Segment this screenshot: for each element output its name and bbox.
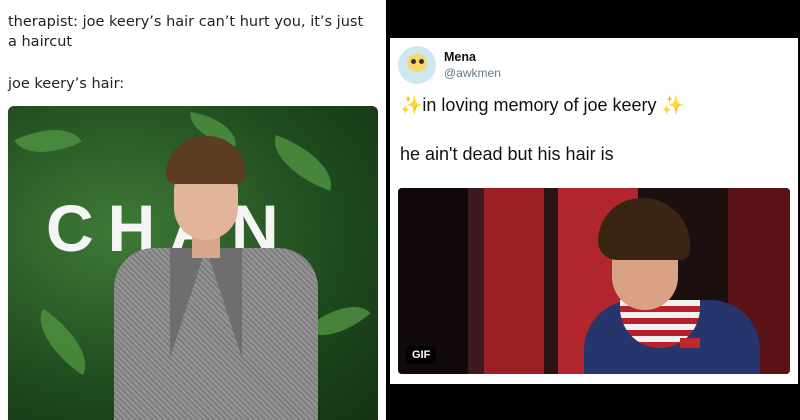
hair-caption: joe keery’s hair: [8, 76, 125, 92]
person-figure [106, 136, 326, 420]
joe-keery-photo: CHAN [8, 106, 378, 420]
avatar[interactable] [398, 46, 436, 84]
sparkle-icon: ✨ [400, 95, 423, 115]
author-handle[interactable]: @awkmen [444, 66, 501, 80]
lapel-right [206, 248, 242, 358]
avatar-eye-icon [419, 59, 424, 64]
gif-background-panel [484, 188, 544, 374]
gif-background-panel [468, 188, 484, 374]
gif-badge[interactable]: GIF [406, 346, 437, 364]
tweet-line-1-text: in loving memory of joe keery [422, 95, 657, 115]
tweet-line-1: ✨in loving memory of joe keery ✨ [400, 95, 684, 116]
tweet-line-2: he ain't dead but his hair is [400, 144, 614, 164]
name-tag [680, 338, 700, 348]
gif-background-panel [544, 188, 558, 374]
leaf-decoration [14, 114, 82, 168]
tweet-card: Mena @awkmen ✨in loving memory of joe ke… [390, 38, 798, 384]
therapist-caption: therapist: joe keery’s hair can’t hurt y… [8, 14, 364, 50]
avatar-face-icon [407, 54, 427, 72]
lapel-left [170, 248, 206, 358]
left-meme-panel: therapist: joe keery’s hair can’t hurt y… [0, 0, 386, 420]
gif-media[interactable]: GIF [398, 188, 790, 374]
hair [166, 136, 246, 184]
sparkle-icon: ✨ [661, 95, 684, 115]
author-name[interactable]: Mena [444, 50, 476, 64]
leaf-decoration [25, 308, 101, 376]
avatar-eye-icon [411, 59, 416, 64]
